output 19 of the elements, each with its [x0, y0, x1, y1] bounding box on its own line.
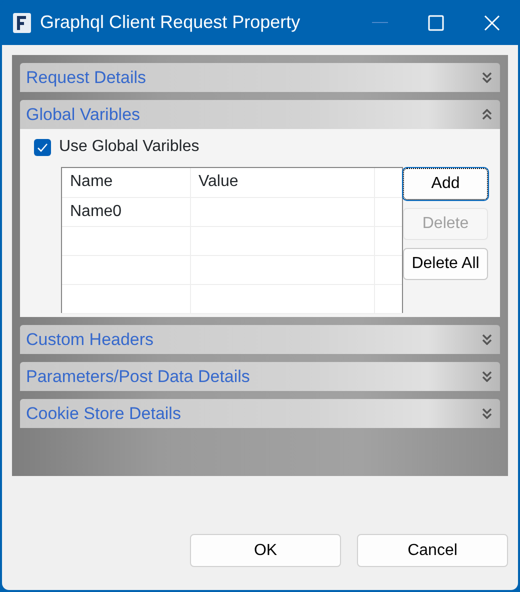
expand-icon [482, 408, 492, 419]
checkmark-icon [37, 142, 48, 152]
column-header[interactable]: Name [62, 168, 190, 197]
minimize-icon [372, 22, 388, 24]
collapse-icon [482, 109, 492, 120]
maximize-icon [428, 14, 444, 30]
use-global-checkbox[interactable]: Use Global Varibles [34, 135, 488, 159]
dialog-button[interactable]: Cancel [357, 534, 508, 567]
window-title: Graphql Client Request Property [40, 11, 300, 34]
app-icon [12, 12, 32, 34]
column-header[interactable]: Value [190, 168, 374, 197]
expand-icon [482, 371, 492, 382]
expand-icon [482, 334, 492, 345]
table-cell: Name0 [62, 197, 190, 226]
grid-button[interactable]: Delete All [403, 248, 488, 280]
dialog-button[interactable]: OK [190, 534, 341, 567]
expand-icon [482, 72, 492, 83]
grid-button[interactable]: Add [403, 168, 488, 200]
close-icon [484, 14, 500, 30]
